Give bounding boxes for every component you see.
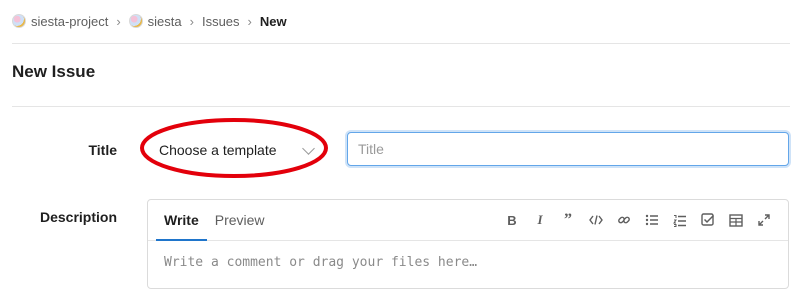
breadcrumb-label: Issues [201,13,240,29]
description-textarea[interactable]: Write a comment or drag your files here… [148,241,788,284]
bold-icon[interactable]: B [498,208,526,232]
breadcrumb-label: New [259,13,287,29]
tab-write[interactable]: Write [156,200,207,241]
quote-icon[interactable]: ” [554,208,582,232]
bullet-list-icon[interactable] [638,208,666,232]
divider [12,106,790,107]
divider [12,43,790,44]
numbered-list-icon[interactable] [666,208,694,232]
template-dropdown[interactable]: Choose a template [147,134,325,166]
tab-label: Preview [214,212,265,228]
italic-icon[interactable]: I [526,208,554,232]
project-avatar-icon [128,14,143,28]
breadcrumb-item-issues[interactable]: Issues [202,14,240,29]
code-icon[interactable] [582,208,610,232]
chevron-right-icon: › [247,13,252,29]
tab-preview[interactable]: Preview [215,200,265,240]
breadcrumb-label: siesta-project [31,13,109,29]
chevron-right-icon: › [189,13,194,29]
task-list-icon[interactable] [694,208,722,232]
table-icon[interactable] [722,208,750,232]
textarea-placeholder: Write a comment or drag your files here… [164,255,478,270]
fullscreen-icon[interactable] [750,208,778,232]
description-label: Description [39,209,117,225]
project-avatar-icon [12,14,26,28]
editor-toolbar: B I ” [498,200,778,240]
link-icon[interactable] [610,208,638,232]
template-dropdown-value: Choose a template [159,142,277,158]
chevron-right-icon: › [116,13,121,29]
tab-label: Write [164,212,199,228]
breadcrumb-label: siesta [147,13,182,29]
breadcrumb: siesta-project › siesta › Issues › New [12,11,287,31]
breadcrumb-item-project[interactable]: siesta-project [12,14,108,29]
breadcrumb-item-new: New [260,14,287,29]
editor-header: Write Preview B I ” [148,200,788,241]
title-label: Title [88,142,117,158]
page-title: New Issue [12,62,96,81]
chevron-down-icon [302,141,315,155]
breadcrumb-item-repo[interactable]: siesta [128,13,182,29]
title-input[interactable] [347,132,789,166]
